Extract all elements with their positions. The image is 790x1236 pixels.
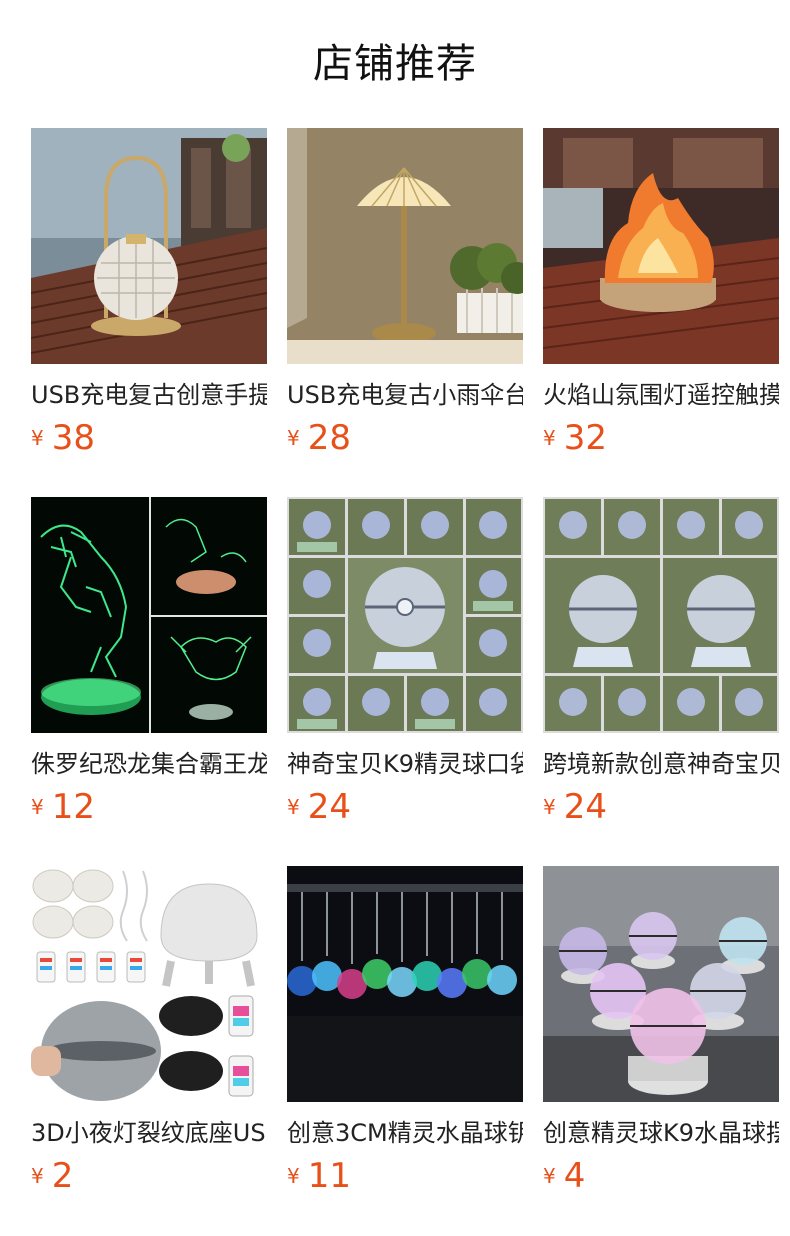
product-card[interactable]: 3D小夜灯裂纹底座USB ¥2 <box>31 866 267 1216</box>
product-name[interactable]: 创意精灵球K9水晶球摆件 <box>543 1118 779 1148</box>
crystal-keychains-image[interactable] <box>287 866 523 1102</box>
product-price: ¥4 <box>543 1156 585 1196</box>
price-amount: 38 <box>51 418 95 458</box>
product-card[interactable]: 侏罗纪恐龙集合霸王龙 ¥12 <box>31 497 267 847</box>
dinosaur-3d-night-light-image[interactable] <box>31 497 267 733</box>
product-name[interactable]: 火焰山氛围灯遥控触摸 <box>543 380 779 410</box>
product-price: ¥38 <box>31 418 95 458</box>
price-amount: 24 <box>563 787 607 827</box>
product-price: ¥2 <box>31 1156 73 1196</box>
product-price: ¥24 <box>287 787 351 827</box>
crystal-lantern-lamp-image[interactable] <box>31 128 267 364</box>
price-amount: 4 <box>563 1156 586 1196</box>
currency-symbol: ¥ <box>543 426 556 450</box>
price-amount: 32 <box>563 418 607 458</box>
product-price: ¥32 <box>543 418 607 458</box>
product-card[interactable]: USB充电复古小雨伞台灯 ¥28 <box>287 128 523 478</box>
product-price: ¥12 <box>31 787 95 827</box>
product-name[interactable]: 3D小夜灯裂纹底座USB <box>31 1118 267 1148</box>
product-name[interactable]: 跨境新款创意神奇宝贝 <box>543 749 779 779</box>
currency-symbol: ¥ <box>287 426 300 450</box>
product-name[interactable]: 侏罗纪恐龙集合霸王龙 <box>31 749 267 779</box>
currency-symbol: ¥ <box>287 1164 300 1188</box>
product-card[interactable]: 创意精灵球K9水晶球摆件 ¥4 <box>543 866 779 1216</box>
pokeball-crystal-grid-image[interactable] <box>287 497 523 733</box>
product-name[interactable]: USB充电复古创意手提灯 <box>31 380 267 410</box>
crystal-pokeballs-image[interactable] <box>543 866 779 1102</box>
price-amount: 24 <box>307 787 351 827</box>
price-amount: 2 <box>51 1156 74 1196</box>
currency-symbol: ¥ <box>287 795 300 819</box>
pokeball-crystal-grid-image[interactable] <box>543 497 779 733</box>
currency-symbol: ¥ <box>543 1164 556 1188</box>
currency-symbol: ¥ <box>543 795 556 819</box>
price-amount: 11 <box>307 1156 351 1196</box>
product-price: ¥24 <box>543 787 607 827</box>
product-card[interactable]: USB充电复古创意手提灯 ¥38 <box>31 128 267 478</box>
product-name[interactable]: 神奇宝贝K9精灵球口袋 <box>287 749 523 779</box>
product-card[interactable]: 跨境新款创意神奇宝贝 ¥24 <box>543 497 779 847</box>
currency-symbol: ¥ <box>31 1164 44 1188</box>
currency-symbol: ¥ <box>31 795 44 819</box>
price-amount: 12 <box>51 787 95 827</box>
product-price: ¥11 <box>287 1156 351 1196</box>
currency-symbol: ¥ <box>31 426 44 450</box>
product-name[interactable]: 创意3CM精灵水晶球钥匙 <box>287 1118 523 1148</box>
page-title: 店铺推荐 <box>313 41 477 87</box>
product-card[interactable]: 神奇宝贝K9精灵球口袋 ¥24 <box>287 497 523 847</box>
product-name[interactable]: USB充电复古小雨伞台灯 <box>287 380 523 410</box>
product-card[interactable]: 火焰山氛围灯遥控触摸 ¥32 <box>543 128 779 478</box>
lamp-base-accessories-image[interactable] <box>31 866 267 1102</box>
mushroom-table-lamp-image[interactable] <box>287 128 523 364</box>
product-price: ¥28 <box>287 418 351 458</box>
flame-mountain-lamp-image[interactable] <box>543 128 779 364</box>
price-amount: 28 <box>307 418 351 458</box>
product-card[interactable]: 创意3CM精灵水晶球钥匙 ¥11 <box>287 866 523 1216</box>
